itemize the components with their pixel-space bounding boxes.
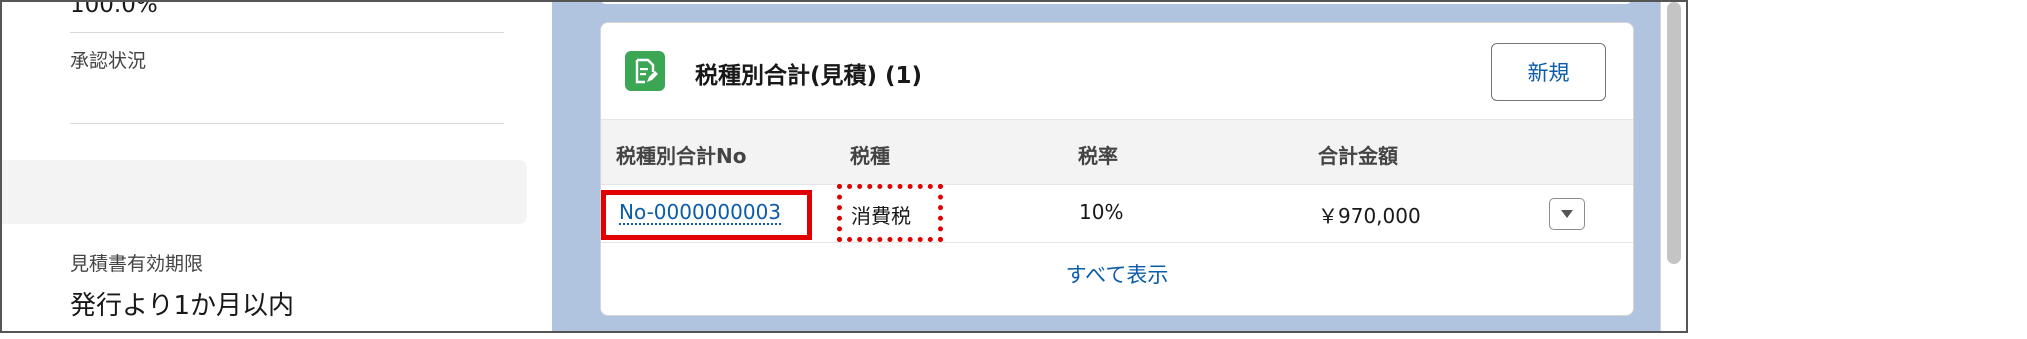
record-detail-panel: 100.0% 承認状況 見積書有効期限 発行より1か月以内 — [2, 0, 550, 331]
scrollbar-thumb[interactable] — [1667, 2, 1681, 264]
tax-type-cell: 消費税 — [851, 204, 911, 228]
tax-rate-cell: 10% — [1079, 200, 1124, 224]
approval-status-label: 承認状況 — [70, 50, 147, 72]
tax-no-link-text[interactable]: No-0000000003 — [619, 200, 781, 224]
table-header: 税種別合計No 税種 税率 合計金額 — [601, 119, 1633, 185]
column-header-tax-rate[interactable]: 税率 — [1078, 140, 1118, 169]
screen-frame: 100.0% 承認状況 見積書有効期限 発行より1か月以内 税種別合計(見積) … — [0, 0, 1688, 333]
previous-card-edge — [600, 2, 1632, 4]
view-all-link[interactable]: すべて表示 — [601, 259, 1633, 289]
divider — [70, 32, 504, 33]
validity-label: 見積書有効期限 — [70, 253, 204, 275]
related-list-card: 税種別合計(見積) (1) 新規 税種別合計No 税種 税率 合計金額 No-0… — [600, 22, 1634, 316]
percentage-value: 100.0% — [70, 0, 158, 18]
tax-no-link[interactable]: No-0000000003 — [619, 200, 781, 224]
new-button[interactable]: 新規 — [1491, 43, 1606, 101]
chevron-down-icon — [1561, 210, 1573, 218]
column-header-total-amount[interactable]: 合計金額 — [1318, 140, 1398, 169]
divider — [70, 123, 504, 124]
row-actions-button[interactable] — [1549, 198, 1585, 230]
column-header-tax-no[interactable]: 税種別合計No — [616, 140, 746, 169]
total-amount-cell: ￥970,000 — [1318, 204, 1421, 228]
scrollbar[interactable] — [1660, 2, 1686, 331]
related-list-title[interactable]: 税種別合計(見積) (1) — [695, 56, 922, 90]
validity-value: 発行より1か月以内 — [70, 291, 295, 321]
document-edit-icon — [625, 51, 665, 91]
table-row: No-0000000003 消費税 10% ￥970,000 — [601, 184, 1633, 243]
column-header-tax-type[interactable]: 税種 — [850, 140, 890, 169]
section-band — [2, 160, 527, 224]
